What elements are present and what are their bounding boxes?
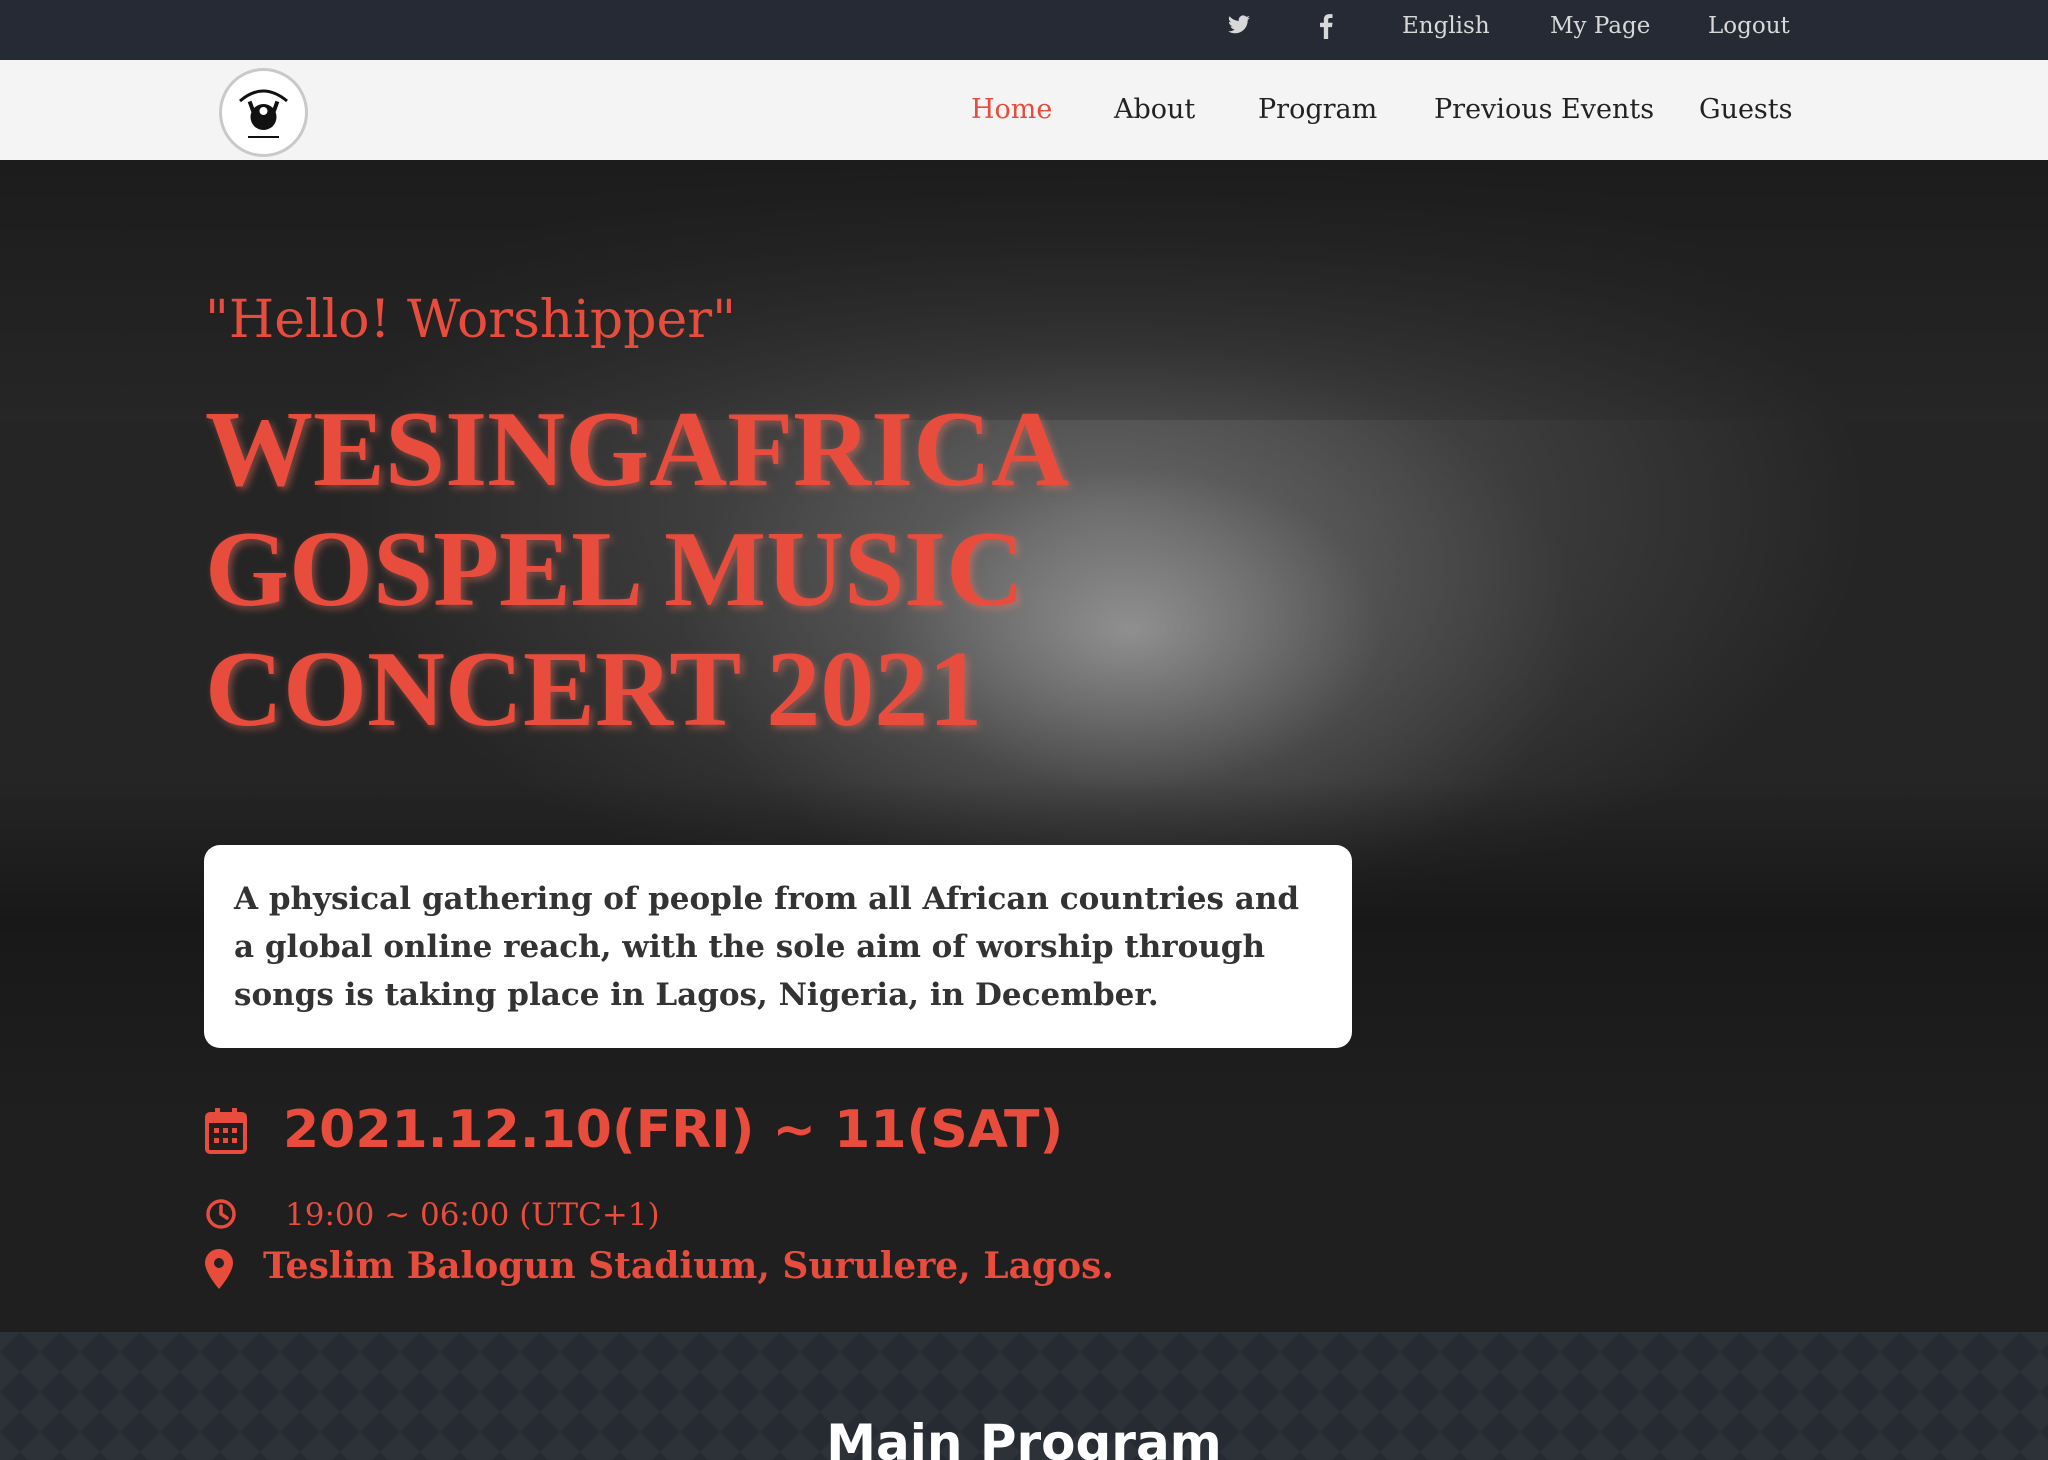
hero-section: "Hello! Worshipper" WESINGAFRICA GOSPEL … [0,160,2048,1332]
nav-guests[interactable]: Guests [1699,60,1793,160]
hero-greeting: "Hello! Worshipper" [205,290,737,350]
hero-title: WESINGAFRICA GOSPEL MUSIC CONCERT 2021 [205,390,1064,749]
main-program-heading: Main Program [826,1414,1222,1460]
event-time: 19:00 ~ 06:00 (UTC+1) [285,1197,660,1233]
language-selector[interactable]: English [1402,0,1490,52]
my-page-link[interactable]: My Page [1550,0,1650,52]
main-navbar: Home About Program Previous Events Guest… [0,60,2048,160]
calendar-icon [205,1108,247,1154]
main-program-section: Main Program [0,1332,2048,1460]
wesingafrica-logo-icon[interactable] [219,68,308,157]
facebook-icon[interactable] [1318,13,1334,39]
nav-about[interactable]: About [1114,60,1195,160]
hero-description-card: A physical gathering of people from all … [204,845,1352,1048]
clock-icon [206,1199,236,1229]
nav-program[interactable]: Program [1258,60,1377,160]
top-bar: English My Page Logout [0,0,2048,60]
nav-home[interactable]: Home [971,60,1052,160]
event-venue: Teslim Balogun Stadium, Surulere, Lagos. [263,1245,1114,1287]
hero-description: A physical gathering of people from all … [234,881,1300,1013]
logo-mark-icon [227,76,300,149]
event-date: 2021.12.10(FRI) ~ 11(SAT) [283,1100,1064,1160]
nav-previous-events[interactable]: Previous Events [1434,60,1654,160]
twitter-icon[interactable] [1226,13,1252,37]
logout-link[interactable]: Logout [1708,0,1790,52]
map-pin-icon [205,1249,233,1289]
